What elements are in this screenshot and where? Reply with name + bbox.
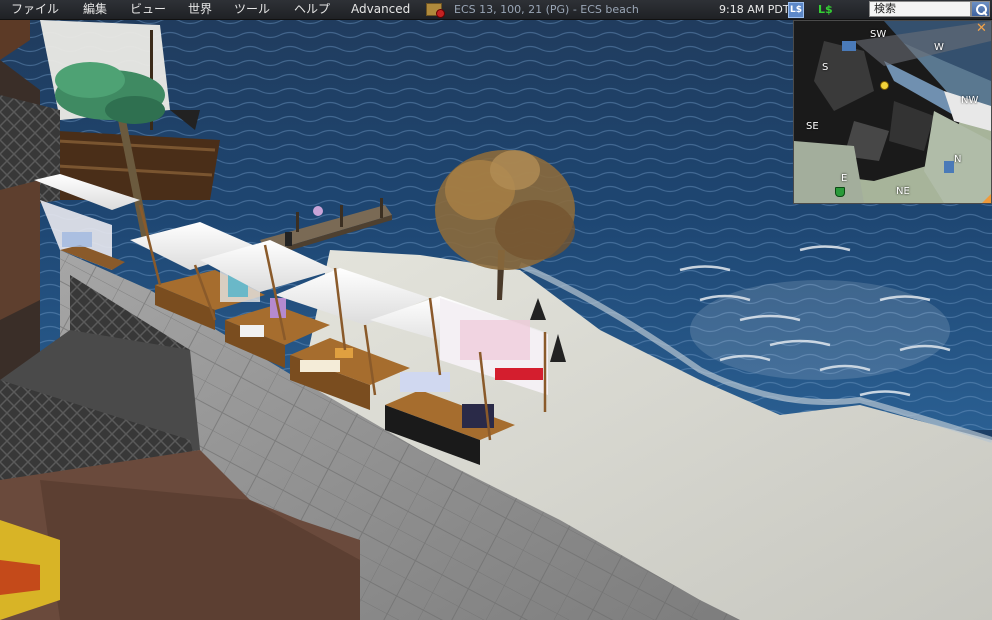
clock: 9:18 AM PDT [719,3,790,16]
search-button[interactable] [971,1,990,17]
map-render [794,21,991,203]
menu-view[interactable]: ビュー [128,0,168,19]
home-marker [835,187,845,197]
location-bar[interactable]: ECS 13, 100, 21 (PG) - ECS beach [426,0,639,19]
buy-currency-button[interactable]: L$ [788,2,804,18]
compass-ne: NE [896,186,910,197]
compass-sw: SW [870,29,887,40]
mini-map[interactable]: SW W S NW SE N E NE ✕ [793,20,992,204]
compass-e: E [841,173,848,184]
menu-file[interactable]: ファイル [9,0,61,19]
menu-help[interactable]: ヘルプ [292,0,332,19]
close-icon[interactable]: ✕ [975,22,988,35]
menu-bar: ファイル 編集 ビュー 世界 ツール ヘルプ Advanced ECS 13, … [0,0,992,20]
compass-se: SE [806,121,819,132]
compass-nw: NW [961,95,979,106]
compass-w: W [934,42,944,53]
search-input[interactable]: 検索 [869,1,971,17]
menu-edit[interactable]: 編集 [81,0,109,19]
resize-handle[interactable] [982,194,991,203]
compass-n: N [954,154,962,165]
avatar-marker [880,81,889,90]
menu-advanced[interactable]: Advanced [349,0,412,19]
no-build-icon [436,9,445,18]
menu-world[interactable]: 世界 [186,0,214,19]
location-text[interactable]: ECS 13, 100, 21 (PG) - ECS beach [454,3,639,16]
compass-s: S [822,62,829,73]
menu-tools[interactable]: ツール [232,0,272,19]
balance[interactable]: L$ [818,0,833,19]
